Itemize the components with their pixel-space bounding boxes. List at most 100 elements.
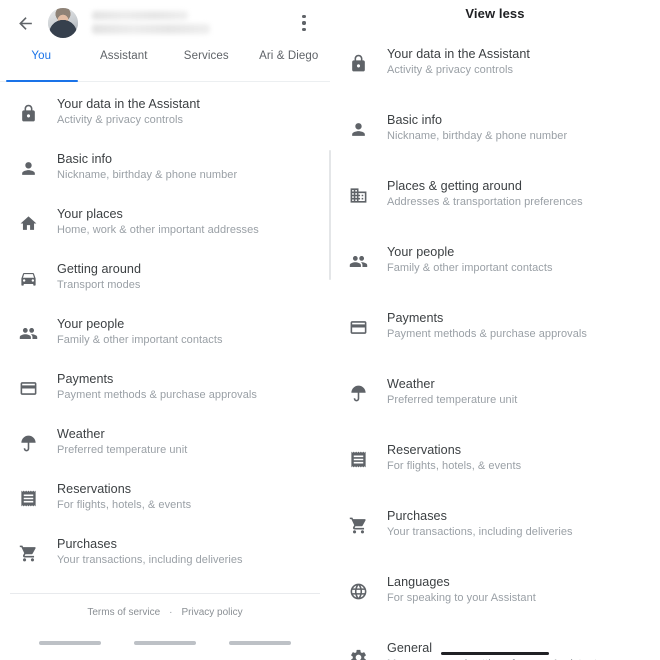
car-icon [16,267,40,291]
list-item-text: Your people Family & other important con… [387,244,553,278]
more-vert-icon-dot [302,21,306,25]
receipt-icon [346,447,370,471]
tab-services[interactable]: Services [165,46,248,81]
list-item-subtitle: Preferred temperature unit [387,394,518,406]
avatar[interactable] [48,8,78,38]
list-item-places-and-getting-around[interactable]: Places & getting around Addresses & tran… [330,162,660,228]
gesture-navigation-bar[interactable] [441,651,549,655]
list-item-subtitle: Activity & privacy controls [57,114,184,126]
list-item-your-data[interactable]: Your data in the Assistant Activity & pr… [330,30,660,96]
avatar-image [48,8,78,38]
list-item-subtitle: Your transactions, including deliveries [57,554,243,566]
credit-card-icon [346,315,370,339]
list-item-title: Your places [57,207,123,221]
list-item-basic-info[interactable]: Basic info Nickname, birthday & phone nu… [0,141,330,196]
business-icon [346,183,370,207]
terms-of-service-link[interactable]: Terms of service [87,607,160,618]
lock-icon [346,51,370,75]
footer-divider [10,593,320,594]
cart-icon [16,542,40,566]
privacy-policy-link[interactable]: Privacy policy [182,607,243,618]
tab-label: Services [183,50,229,62]
tab-assistant[interactable]: Assistant [83,46,166,81]
footer-links: Terms of service · Privacy policy [0,607,330,618]
list-item-payments[interactable]: Payments Payment methods & purchase appr… [0,361,330,416]
credit-card-icon [16,377,40,401]
more-vert-icon-dot [302,14,306,19]
list-item-purchases[interactable]: Purchases Your transactions, including d… [0,526,330,581]
list-item-weather[interactable]: Weather Preferred temperature unit [330,360,660,426]
nav-pill-back[interactable] [38,641,101,645]
right-panel: View less Your data in the Assistant Act… [330,0,660,660]
list-item-title: Reservations [57,482,132,496]
home-icon [16,212,40,236]
overflow-menu-button[interactable] [292,9,316,37]
left-settings-list: Your data in the Assistant Activity & pr… [0,82,330,581]
list-item-text: Languages For speaking to your Assistant [387,574,536,608]
arrow-back-icon [16,14,35,33]
back-button[interactable] [12,10,38,36]
list-item-subtitle: Transport modes [57,279,141,291]
people-icon [346,249,370,273]
tab-label: Ari & Diego [259,50,319,62]
more-vert-icon-dot [302,27,306,32]
list-item-subtitle: Home, work & other important addresses [57,224,259,236]
list-item-getting-around[interactable]: Getting around Transport modes [0,251,330,306]
list-item-text: Payments Payment methods & purchase appr… [57,371,257,405]
tab-ari-and-diego[interactable]: Ari & Diego [248,46,331,81]
list-item-title: Getting around [57,262,142,276]
list-item-weather[interactable]: Weather Preferred temperature unit [0,416,330,471]
list-item-text: Places & getting around Addresses & tran… [387,178,583,212]
list-item-title: Payments [57,372,114,386]
people-icon [16,322,40,346]
cart-icon [346,513,370,537]
list-item-title: Languages [387,575,450,589]
gear-icon [346,645,370,660]
list-item-text: Your people Family & other important con… [57,316,223,350]
nav-pill-home[interactable] [133,641,196,645]
list-item-your-data[interactable]: Your data in the Assistant Activity & pr… [0,86,330,141]
nav-pill-recents[interactable] [229,641,292,645]
list-item-subtitle: Payment methods & purchase approvals [387,328,587,340]
list-item-subtitle: Preferred temperature unit [57,444,188,456]
lock-icon [16,102,40,126]
list-item-purchases[interactable]: Purchases Your transactions, including d… [330,492,660,558]
list-item-title: Purchases [57,537,117,551]
list-item-payments[interactable]: Payments Payment methods & purchase appr… [330,294,660,360]
left-panel: You Assistant Services Ari & Diego Your … [0,0,330,660]
list-item-title: Your people [57,317,125,331]
list-item-text: Purchases Your transactions, including d… [387,508,573,542]
list-item-languages[interactable]: Languages For speaking to your Assistant [330,558,660,624]
list-item-subtitle: Nickname, birthday & phone number [387,130,568,142]
list-item-subtitle: Family & other important contacts [57,334,223,346]
list-item-reservations[interactable]: Reservations For flights, hotels, & even… [330,426,660,492]
list-item-your-people[interactable]: Your people Family & other important con… [0,306,330,361]
footer-separator: · [169,607,173,618]
list-item-your-places[interactable]: Your places Home, work & other important… [0,196,330,251]
list-item-text: Getting around Transport modes [57,261,141,295]
list-item-subtitle: Addresses & transportation preferences [387,196,583,208]
redacted-line-2 [92,24,210,34]
list-item-title: Reservations [387,443,462,457]
list-item-text: Reservations For flights, hotels, & even… [387,442,521,476]
view-less-label: View less [465,5,525,21]
right-settings-list: Your data in the Assistant Activity & pr… [330,26,660,660]
panel-scrollbar[interactable] [329,150,331,280]
tab-you[interactable]: You [0,46,83,81]
list-item-title: Basic info [57,152,113,166]
view-less-button[interactable]: View less [330,0,660,26]
list-item-subtitle: Activity & privacy controls [387,64,514,76]
receipt-icon [16,487,40,511]
person-icon [346,117,370,141]
list-item-text: Weather Preferred temperature unit [57,426,187,460]
list-item-text: Your data in the Assistant Activity & pr… [387,46,530,80]
list-item-reservations[interactable]: Reservations For flights, hotels, & even… [0,471,330,526]
tab-label: You [31,50,52,62]
list-item-text: General Manage general settings for your… [387,640,597,660]
list-item-subtitle: For speaking to your Assistant [387,592,536,604]
system-navigation-bar [0,626,330,660]
list-item-subtitle: Nickname, birthday & phone number [57,169,238,181]
list-item-your-people[interactable]: Your people Family & other important con… [330,228,660,294]
list-item-basic-info[interactable]: Basic info Nickname, birthday & phone nu… [330,96,660,162]
list-item-subtitle: Your transactions, including deliveries [387,526,573,538]
